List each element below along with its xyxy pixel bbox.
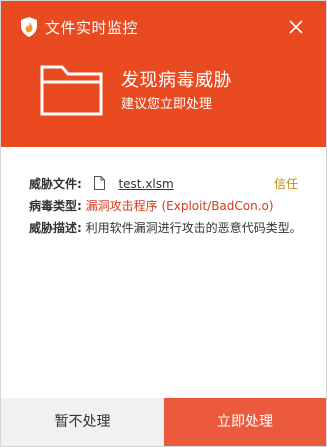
trust-link[interactable]: 信任 xyxy=(274,175,298,193)
threat-description-value: 利用软件漏洞进行攻击的恶意代码类型。 xyxy=(85,221,302,235)
alert-subhead: 建议您立即处理 xyxy=(121,97,213,112)
threat-description-row: 威胁描述: 利用软件漏洞进行攻击的恶意代码类型。 xyxy=(29,219,304,239)
folder-icon xyxy=(40,65,103,116)
action-bar: 暂不处理 立即处理 xyxy=(1,398,326,446)
shield-flame-logo-icon xyxy=(21,17,37,37)
threat-description-label: 威胁描述: xyxy=(29,221,82,235)
title-bar[interactable]: 文件实时监控 xyxy=(1,1,326,45)
virus-alert-dialog: 文件实时监控 发现病毒威胁 建议您立即处理 威胁文件: test.xlsm 信任… xyxy=(0,0,327,447)
threat-file-row: 威胁文件: test.xlsm 信任 xyxy=(29,175,304,195)
virus-type-label: 病毒类型: xyxy=(29,199,82,213)
handle-now-button[interactable]: 立即处理 xyxy=(164,398,326,446)
window-title: 文件实时监控 xyxy=(45,19,139,37)
close-icon[interactable] xyxy=(288,19,304,35)
alert-header: 文件实时监控 发现病毒威胁 建议您立即处理 xyxy=(1,1,326,147)
virus-type-row: 病毒类型: 漏洞攻击程序 (Exploit/BadCon.o) xyxy=(29,197,304,217)
document-icon xyxy=(93,176,105,190)
alert-headline: 发现病毒威胁 xyxy=(121,70,232,91)
threat-file-label: 威胁文件: xyxy=(29,177,82,191)
threat-file-name-link[interactable]: test.xlsm xyxy=(118,177,173,191)
virus-type-value: 漏洞攻击程序 (Exploit/BadCon.o) xyxy=(85,199,274,213)
threat-details: 威胁文件: test.xlsm 信任 病毒类型: 漏洞攻击程序 (Exploit… xyxy=(29,175,304,241)
ignore-button[interactable]: 暂不处理 xyxy=(1,398,164,446)
